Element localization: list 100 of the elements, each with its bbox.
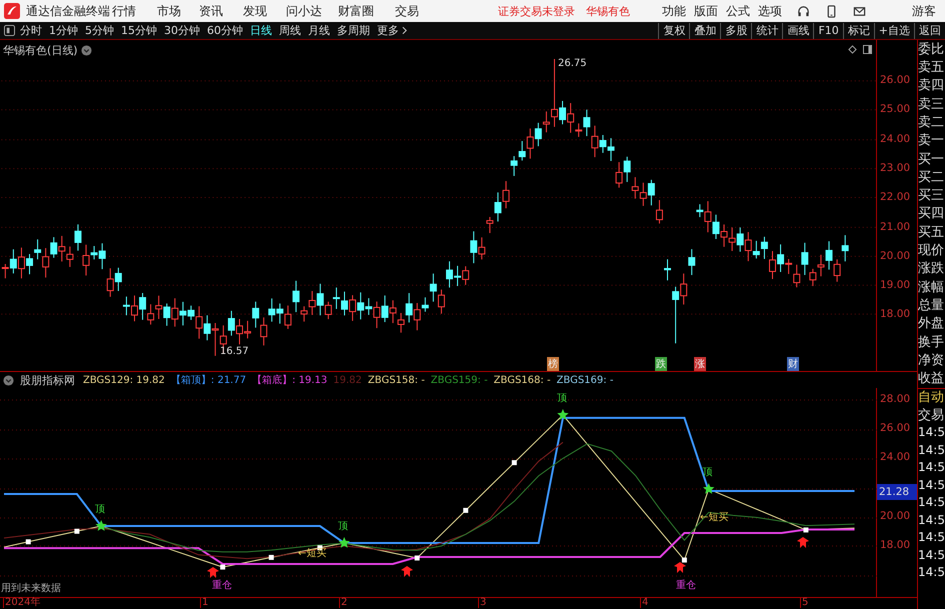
quote-field-label: 卖五 [918, 58, 945, 76]
legend-value: ZBGS158: - [368, 374, 425, 386]
trade-time: 14:5 [918, 546, 945, 564]
dropdown-icon[interactable] [3, 374, 14, 386]
quote-field-label: 涨幅 [918, 278, 945, 296]
quote-field-label: 净资 [918, 352, 945, 369]
quote-field-label: 买五 [918, 224, 945, 241]
price-tick: 24.00 [880, 133, 910, 145]
quote-field-label: 换手 [918, 334, 945, 351]
legend-value: 【箱底】: 19.13 [252, 374, 328, 387]
diamond-icon[interactable] [848, 45, 857, 54]
trade-time: 14:5 [918, 564, 945, 581]
price-tick: 19.00 [880, 279, 910, 291]
indicator-name[interactable]: 股朋指标网 [20, 372, 75, 388]
mail-icon[interactable] [853, 4, 866, 18]
quote-field-label: 外盘 [918, 315, 945, 332]
chevron-right-icon[interactable] [402, 26, 407, 35]
quote-field-label: 委比 [918, 40, 945, 58]
trade-time: 14:5 [918, 459, 945, 476]
date-tick: 5 [800, 597, 808, 608]
phone-icon[interactable] [825, 4, 838, 18]
price-tick: 18.00 [880, 308, 910, 320]
price-tick: 20.00 [880, 250, 910, 262]
quote-field-label: 买四 [918, 205, 945, 222]
menu-item[interactable]: 交易 [395, 3, 419, 20]
legend-value: 【箱顶】: 21.77 [170, 374, 246, 387]
menu-item[interactable]: 版面 [694, 2, 718, 20]
menu-item[interactable]: 公式 [726, 2, 750, 20]
stock-name: 华锡有色 [586, 4, 630, 19]
trade-label[interactable]: 交易 [918, 407, 945, 424]
dropdown-icon[interactable] [80, 45, 92, 56]
trade-time: 14:5 [918, 529, 945, 546]
period-tab[interactable]: 5分钟 [85, 23, 114, 38]
more-tab[interactable]: 更多 [377, 23, 399, 38]
panel-toggle-icon[interactable] [4, 25, 15, 36]
legend-value: ZBGS129: 19.82 [83, 374, 165, 386]
quote-field-label: 买二 [918, 168, 945, 186]
trade-time: 14:5 [918, 512, 945, 528]
price-tick: 18.00 [880, 539, 910, 552]
quote-field-label: 卖二 [918, 114, 945, 131]
legend-value: 19.82 [333, 374, 362, 386]
date-tick: 2024年 [3, 597, 40, 608]
app-title: 通达信金融终端 [26, 2, 110, 20]
buy-signal-label: ←短买 [298, 547, 326, 560]
price-tick: 22.00 [880, 191, 910, 203]
star-marker-icon [338, 537, 350, 548]
quote-field-label: 买一 [918, 150, 945, 168]
quote-field-label: 买三 [918, 187, 945, 204]
price-tick: 24.00 [880, 451, 910, 464]
arrow-marker-icon [401, 566, 413, 577]
date-tick: 3 [478, 597, 486, 608]
user-label[interactable]: 游客 [912, 2, 936, 20]
price-tick: 23.00 [880, 162, 910, 174]
period-tab[interactable]: 15分钟 [121, 23, 157, 38]
trade-time: 14:5 [918, 424, 945, 441]
period-tab[interactable]: 分时 [20, 23, 42, 38]
period-tab[interactable]: 多周期 [337, 23, 370, 38]
date-tick: 4 [640, 597, 648, 608]
period-tab[interactable]: 1分钟 [49, 23, 78, 38]
period-tab[interactable]: 60分钟 [207, 23, 243, 38]
menu-item[interactable]: 财富圈 [338, 3, 374, 20]
buy-signal-label: ←短买 [700, 511, 728, 524]
headset-icon[interactable] [797, 4, 810, 18]
quote-field-label: 卖一 [918, 132, 945, 150]
top-signal-label: 顶 [95, 503, 106, 516]
period-tab[interactable]: 日线 [250, 23, 272, 38]
event-marker[interactable]: 财 [787, 357, 799, 371]
price-tick: 26.00 [880, 74, 910, 86]
auto-trade-label[interactable]: 自动 [918, 389, 945, 407]
menu-item[interactable]: 资讯 [199, 3, 223, 20]
price-tick: 25.00 [880, 103, 910, 115]
menu-item[interactable]: 发现 [243, 3, 267, 20]
arrow-marker-icon [797, 537, 809, 548]
menu-item[interactable]: 市场 [157, 3, 181, 20]
legend-value: ZBGS168: - [494, 374, 551, 386]
login-notice[interactable]: 证券交易未登录 [498, 4, 575, 19]
quote-field-label: 现价 [918, 242, 945, 260]
menu-item[interactable]: 行情 [112, 3, 136, 20]
quote-field-label: 卖四 [918, 77, 945, 94]
period-tab[interactable]: 周线 [279, 23, 301, 38]
low-price-label: 16.57 [220, 346, 249, 357]
menu-item[interactable]: 功能 [662, 2, 686, 20]
heavy-position-label: 重仓 [676, 578, 696, 592]
star-marker-icon [703, 483, 714, 494]
current-value-label: 21.28 [877, 484, 917, 500]
top-signal-label: 顶 [338, 520, 348, 533]
legend-value: ZBGS159: - [430, 374, 488, 386]
menu-item[interactable]: 问小达 [286, 3, 322, 20]
star-marker-icon [557, 409, 569, 420]
panel-icon[interactable] [863, 45, 872, 54]
trade-time: 14:5 [918, 476, 945, 494]
period-tab[interactable]: 月线 [308, 23, 330, 38]
logo-icon [4, 3, 20, 19]
event-marker[interactable]: 涨 [694, 357, 706, 371]
price-tick: 28.00 [880, 392, 910, 405]
period-tab[interactable]: 30分钟 [164, 23, 200, 38]
menu-item[interactable]: 选项 [758, 2, 782, 20]
high-price-label: 26.75 [558, 58, 587, 69]
trade-time: 14:5 [918, 494, 945, 511]
quote-field-label: 收益 [918, 370, 945, 388]
